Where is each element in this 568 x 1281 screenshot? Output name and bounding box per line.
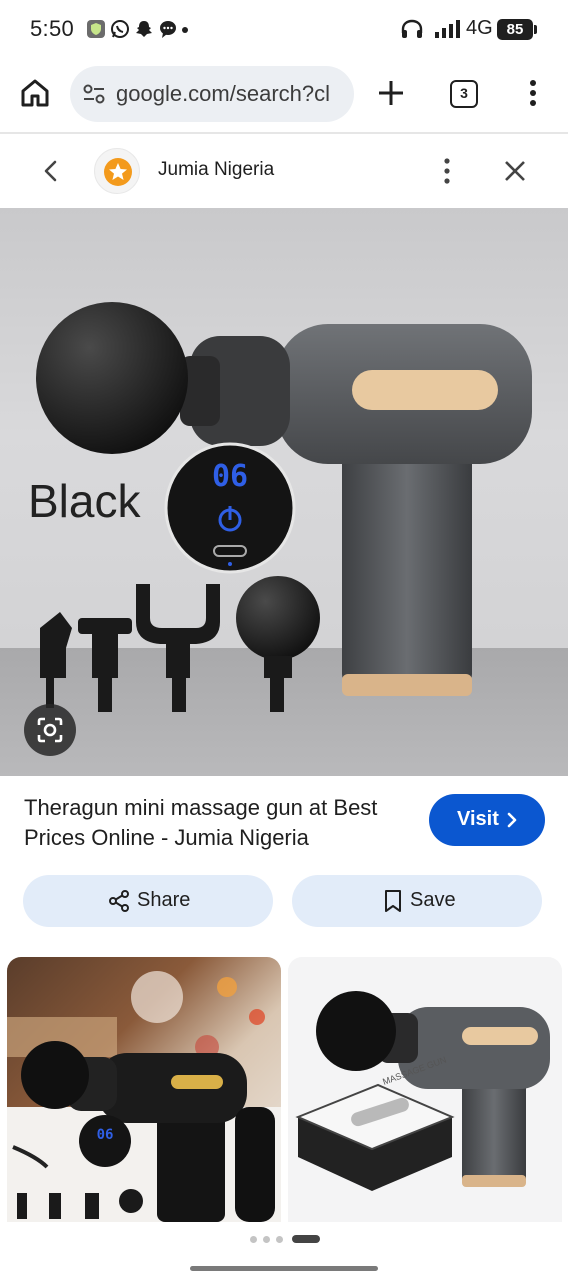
gesture-navigation-bar[interactable]: [190, 1266, 378, 1271]
related-image-2-illustration: MASSAGE GUN: [295, 991, 550, 1191]
source-header: Jumia Nigeria: [0, 134, 568, 208]
related-image-1[interactable]: 06: [7, 957, 281, 1222]
share-button[interactable]: Share: [23, 875, 273, 927]
tab-count: 3: [460, 85, 468, 101]
site-settings-icon[interactable]: [82, 83, 106, 105]
related-image-1-illustration: 06: [7, 971, 281, 1222]
share-label: Share: [137, 889, 191, 911]
signal-icon: [435, 20, 460, 38]
source-logo: [94, 148, 140, 194]
status-bar: 5:50 4G 85: [0, 0, 568, 60]
page-dot-active: [292, 1235, 320, 1243]
star-logo-icon: [104, 158, 132, 186]
visit-button[interactable]: Visit: [429, 794, 545, 846]
vpn-shield-icon: [87, 20, 105, 38]
visit-label: Visit: [457, 808, 499, 830]
page-indicator: [248, 1235, 328, 1245]
status-time: 5:50: [30, 16, 75, 41]
browser-menu-icon[interactable]: [520, 76, 546, 110]
back-icon[interactable]: [36, 156, 66, 186]
source-name[interactable]: Jumia Nigeria: [158, 159, 274, 181]
close-icon[interactable]: [500, 156, 530, 186]
save-label: Save: [410, 889, 456, 911]
share-icon: [109, 890, 129, 912]
page-dot: [250, 1236, 257, 1243]
result-title[interactable]: Theragun mini massage gun at Best Prices…: [24, 793, 416, 853]
page-dot: [276, 1236, 283, 1243]
tab-switcher-button[interactable]: 3: [450, 80, 478, 108]
battery-level: 85: [506, 21, 524, 38]
more-options-icon[interactable]: [434, 156, 460, 186]
lens-icon: [37, 717, 63, 743]
new-tab-icon[interactable]: [374, 76, 408, 110]
whatsapp-icon: [111, 20, 129, 38]
google-lens-button[interactable]: [24, 704, 76, 756]
related-image-2[interactable]: MASSAGE GUN: [288, 957, 562, 1222]
image-caption-text: Black: [28, 475, 141, 527]
page-dot: [263, 1236, 270, 1243]
notification-dot-icon: [182, 27, 188, 33]
network-type: 4G: [466, 17, 493, 39]
browser-toolbar: google.com/search?cl 3: [0, 60, 568, 132]
messenger-icon: [160, 21, 176, 38]
display-digits: 06: [212, 459, 248, 494]
chevron-right-icon: [507, 812, 517, 828]
save-button[interactable]: Save: [292, 875, 542, 927]
headset-icon: [401, 19, 423, 38]
snapchat-icon: [136, 21, 152, 37]
home-icon[interactable]: [18, 76, 52, 110]
battery-icon: 85: [497, 19, 537, 40]
url-bar[interactable]: google.com/search?cl: [70, 66, 354, 122]
related-display-digits: 06: [97, 1127, 114, 1143]
url-text[interactable]: google.com/search?cl: [116, 81, 330, 107]
product-image[interactable]: 06 Black: [0, 208, 568, 776]
bookmark-icon: [385, 890, 401, 912]
